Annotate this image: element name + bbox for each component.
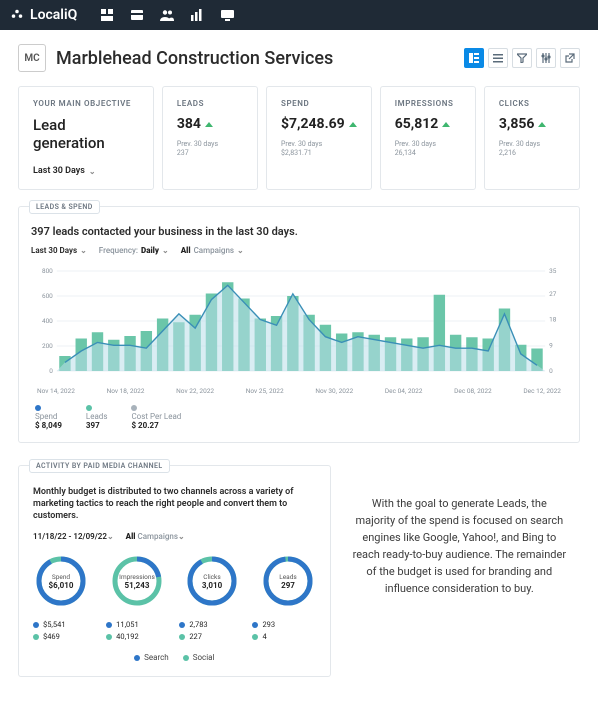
donut-impressions: Impressions 51,243 (109, 553, 165, 609)
svg-text:9: 9 (549, 341, 553, 349)
svg-text:35: 35 (549, 267, 557, 275)
campaign-filter[interactable]: All Campaigns⌄ (126, 532, 185, 541)
svg-text:51,243: 51,243 (124, 581, 149, 590)
kpi-spend: SPEND $7,248.69 Prev. 30 days$2,831.71 (266, 86, 372, 190)
svg-text:600: 600 (42, 292, 53, 300)
svg-text:18: 18 (549, 316, 557, 324)
chevron-down-icon: ⌄ (89, 167, 96, 176)
bar-chart-icon[interactable] (187, 5, 207, 25)
svg-text:297: 297 (281, 581, 295, 590)
chevron-down-icon: ⌄ (80, 246, 87, 255)
svg-text:3,010: 3,010 (202, 581, 223, 590)
leads-spend-chart: 020040060080009182735 Nov 14, 2022Nov 18… (31, 265, 567, 395)
objective-value: Lead generation (33, 116, 139, 152)
view-list-button[interactable] (488, 48, 508, 68)
breakdown-impressions: 11,05140,192 (106, 619, 169, 643)
brand-name: LocaliQ (30, 7, 77, 23)
period-selector[interactable]: Last 30 Days ⌄ (33, 166, 96, 176)
trend-up-icon (205, 122, 213, 127)
svg-text:0: 0 (49, 367, 53, 375)
brand: LocaliQ (10, 7, 77, 23)
breakdown-row: $5,541$469 11,05140,192 2,783227 2934 (33, 619, 316, 643)
card-title-pill: ACTIVITY BY PAID MEDIA CHANNEL (29, 459, 170, 473)
kpi-impressions: IMPRESSIONS 65,812 Prev. 30 days26,134 (380, 86, 476, 190)
chart-headline: 397 leads contacted your business in the… (31, 225, 567, 238)
period-filter[interactable]: Last 30 Days⌄ (31, 246, 87, 255)
objective-label: YOUR MAIN OBJECTIVE (33, 99, 139, 108)
card-icon[interactable] (127, 5, 147, 25)
donut-spend: Spend $6,010 (33, 553, 89, 609)
card-title-pill: LEADS & SPEND (29, 200, 100, 214)
svg-text:27: 27 (549, 290, 557, 298)
svg-text:Clicks: Clicks (203, 573, 221, 581)
settings-button[interactable] (536, 48, 556, 68)
trend-up-icon (349, 122, 357, 127)
campaign-filter[interactable]: All Campaigns⌄ (181, 246, 244, 255)
svg-text:200: 200 (42, 342, 53, 350)
export-button[interactable] (560, 48, 580, 68)
kpi-clicks: CLICKS 3,856 Prev. 30 days2,216 (484, 86, 580, 190)
trend-up-icon (538, 122, 546, 127)
brand-icon (10, 8, 24, 22)
chevron-down-icon: ⌄ (107, 532, 114, 541)
top-bar: LocaliQ (0, 0, 598, 30)
svg-text:Leads: Leads (279, 573, 297, 581)
view-detail-button[interactable] (464, 48, 484, 68)
header-actions (464, 48, 580, 68)
channel-legend: Search Social (33, 653, 316, 662)
svg-text:Impressions: Impressions (119, 573, 155, 581)
svg-text:400: 400 (42, 317, 53, 325)
kpi-row: YOUR MAIN OBJECTIVE Lead generation Last… (18, 86, 580, 190)
objective-card: YOUR MAIN OBJECTIVE Lead generation Last… (18, 86, 154, 190)
breakdown-spend: $5,541$469 (33, 619, 96, 643)
leads-spend-card: LEADS & SPEND 397 leads contacted your b… (18, 206, 580, 443)
activity-desc: Monthly budget is distributed to two cha… (33, 486, 316, 522)
donut-clicks: Clicks 3,010 (184, 553, 240, 609)
svg-text:Spend: Spend (52, 573, 71, 581)
trend-up-icon (442, 122, 450, 127)
chevron-down-icon: ⌄ (162, 246, 169, 255)
filter-button[interactable] (512, 48, 532, 68)
chart-legend: Spend$ 8,049 Leads397 Cost Per Lead$ 20.… (31, 403, 567, 430)
svg-text:$6,010: $6,010 (49, 581, 74, 590)
date-range-filter[interactable]: 11/18/22 - 12/09/22⌄ (33, 532, 114, 541)
donut-leads: Leads 297 (260, 553, 316, 609)
kpi-leads: LEADS 384 Prev. 30 days237 (162, 86, 258, 190)
donut-row: Spend $6,010 Impressions 51,243 Clicks 3… (33, 553, 316, 609)
nav-icons (97, 5, 237, 25)
page-title: Marblehead Construction Services (56, 48, 333, 69)
company-avatar: MC (18, 44, 46, 72)
page-header: MC Marblehead Construction Services (18, 44, 580, 72)
people-icon[interactable] (157, 5, 177, 25)
chevron-down-icon: ⌄ (178, 532, 185, 541)
svg-text:0: 0 (549, 367, 553, 375)
narrative-text: With the goal to generate Leads, the maj… (347, 465, 580, 597)
page: MC Marblehead Construction Services YOUR… (0, 30, 598, 701)
breakdown-clicks: 2,783227 (179, 619, 242, 643)
dashboard-icon[interactable] (97, 5, 117, 25)
activity-card: ACTIVITY BY PAID MEDIA CHANNEL Monthly b… (18, 465, 331, 677)
frequency-filter[interactable]: Frequency: Daily⌄ (99, 246, 169, 255)
monitor-icon[interactable] (217, 5, 237, 25)
chevron-down-icon: ⌄ (237, 246, 244, 255)
breakdown-leads: 2934 (252, 619, 315, 643)
svg-text:800: 800 (42, 267, 53, 275)
